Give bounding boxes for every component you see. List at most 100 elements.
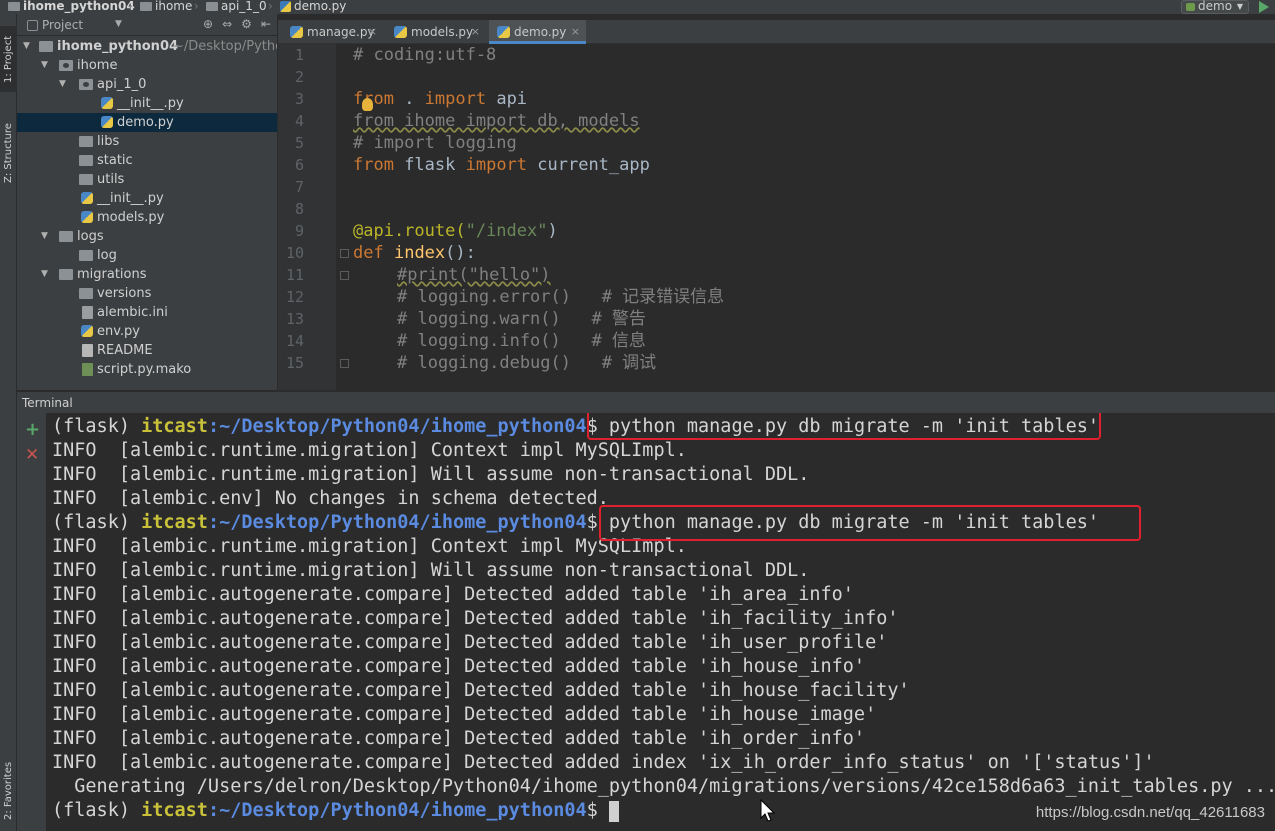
run-configuration-select[interactable]: demo ▼ bbox=[1181, 0, 1249, 14]
tree-item-file[interactable]: __init__.py bbox=[17, 94, 277, 113]
fold-icon[interactable] bbox=[340, 249, 349, 258]
chevron-down-icon[interactable]: ▼ bbox=[23, 37, 30, 56]
chevron-down-icon[interactable]: ▼ bbox=[59, 75, 66, 94]
folder-icon bbox=[59, 231, 73, 242]
tab-manage-py[interactable]: manage.py × bbox=[282, 20, 383, 44]
terminal-output[interactable]: (flask) itcast:~/Desktop/Python04/ihome_… bbox=[46, 413, 1275, 831]
tree-item-file[interactable]: env.py bbox=[17, 322, 277, 341]
breadcrumb-item-file[interactable]: demo.py bbox=[280, 0, 346, 12]
terminal-output-line: INFO [alembic.autogenerate.compare] Dete… bbox=[52, 608, 899, 629]
tab-structure[interactable]: Z: Structure bbox=[0, 112, 17, 194]
tree-item-folder[interactable]: log bbox=[17, 246, 277, 265]
target-icon[interactable]: ⊕ bbox=[203, 17, 213, 31]
code-editor[interactable]: 1 2 3 4 5 6 7 8 9 10 11 12 13 14 15 # co… bbox=[278, 44, 1275, 390]
project-panel-header: Project ▼ ⊕ ⇔ ⚙ ⇤ bbox=[17, 14, 277, 36]
fold-icon[interactable] bbox=[340, 359, 349, 368]
line-number: 8 bbox=[294, 200, 304, 218]
terminal-output-line: INFO [alembic.autogenerate.compare] Dete… bbox=[52, 656, 866, 677]
watermark: https://blog.csdn.net/qq_42611683 bbox=[1035, 804, 1265, 821]
line-number: 9 bbox=[294, 222, 304, 240]
terminal-output-line: INFO [alembic.autogenerate.compare] Dete… bbox=[52, 728, 866, 749]
code-line: # logging.debug() # 调试 bbox=[397, 353, 657, 373]
tree-item-file[interactable]: README bbox=[17, 341, 277, 360]
close-icon[interactable]: × bbox=[368, 20, 377, 44]
terminal-prompt-line: (flask) itcast:~/Desktop/Python04/ihome_… bbox=[52, 799, 619, 823]
project-panel: Project ▼ ⊕ ⇔ ⚙ ⇤ ▼ ihome_python04 ~/Deskt… bbox=[17, 14, 277, 390]
tree-item-root[interactable]: ▼ ihome_python04 ~/Desktop/Pytho bbox=[17, 37, 277, 56]
editor-tabs: manage.py × models.py × demo.py × bbox=[278, 20, 1275, 44]
close-icon[interactable]: ✕ bbox=[25, 445, 39, 465]
terminal-toolbar: + ✕ bbox=[17, 413, 46, 831]
line-number: 4 bbox=[294, 112, 304, 130]
terminal-header: Terminal bbox=[17, 391, 1275, 413]
line-number: 10 bbox=[285, 244, 304, 262]
code-line: from flask import current_app bbox=[353, 155, 650, 175]
ini-file-icon bbox=[82, 306, 93, 319]
close-icon[interactable]: × bbox=[571, 20, 580, 44]
tree-item-logs[interactable]: ▼ logs bbox=[17, 227, 277, 246]
tree-item-folder[interactable]: versions bbox=[17, 284, 277, 303]
code-line: def index(): bbox=[353, 243, 476, 263]
tree-item-file[interactable]: alembic.ini bbox=[17, 303, 277, 322]
terminal-output-line: INFO [alembic.autogenerate.compare] Dete… bbox=[52, 632, 888, 653]
tree-item-file[interactable]: script.py.mako bbox=[17, 360, 277, 379]
python-file-icon bbox=[81, 211, 93, 223]
tab-favorites[interactable]: 2: Favorites bbox=[0, 754, 17, 828]
tree-item-folder[interactable]: utils bbox=[17, 170, 277, 189]
chevron-down-icon[interactable]: ▼ bbox=[41, 227, 48, 246]
tree-item-file-selected[interactable]: demo.py bbox=[17, 113, 277, 132]
breadcrumb-item-ihome[interactable]: ihome bbox=[140, 0, 192, 12]
text-file-icon bbox=[82, 344, 93, 357]
tree-item-migrations[interactable]: ▼ migrations bbox=[17, 265, 277, 284]
line-number: 7 bbox=[294, 178, 304, 196]
tree-item-folder[interactable]: static bbox=[17, 151, 277, 170]
package-icon bbox=[59, 60, 73, 71]
terminal-output-line: INFO [alembic.runtime.migration] Will as… bbox=[52, 560, 810, 581]
tree-item-api[interactable]: ▼ api_1_0 bbox=[17, 75, 277, 94]
fold-icon[interactable] bbox=[340, 271, 349, 280]
terminal-output-line: INFO [alembic.env] No changes in schema … bbox=[52, 488, 609, 509]
folder-icon bbox=[79, 288, 93, 299]
package-icon bbox=[79, 79, 93, 90]
tab-demo-py[interactable]: demo.py × bbox=[489, 20, 586, 44]
project-view-select[interactable]: Project bbox=[27, 18, 83, 32]
terminal-output-line: INFO [alembic.autogenerate.compare] Dete… bbox=[52, 584, 854, 605]
tab-models-py[interactable]: models.py × bbox=[386, 20, 486, 44]
tab-project[interactable]: 1: Project bbox=[0, 26, 17, 92]
line-number: 5 bbox=[294, 134, 304, 152]
folder-icon bbox=[79, 136, 93, 147]
terminal-output-line: INFO [alembic.autogenerate.compare] Dete… bbox=[52, 704, 877, 725]
chevron-down-icon[interactable]: ▼ bbox=[41, 265, 48, 284]
tree-item-ihome[interactable]: ▼ ihome bbox=[17, 56, 277, 75]
folder-icon bbox=[206, 1, 218, 11]
collapse-icon[interactable]: ⇔ bbox=[222, 17, 232, 31]
terminal-output-line: INFO [alembic.runtime.migration] Context… bbox=[52, 440, 687, 461]
hide-icon[interactable]: ⇤ bbox=[261, 17, 271, 31]
line-number: 2 bbox=[294, 68, 304, 86]
close-icon[interactable]: × bbox=[471, 20, 480, 44]
chevron-down-icon[interactable]: ▼ bbox=[41, 56, 48, 75]
folder-icon bbox=[79, 250, 93, 261]
breadcrumb-item-project[interactable]: ihome_python04 bbox=[8, 0, 135, 12]
chevron-down-icon[interactable]: ▼ bbox=[115, 19, 122, 29]
add-icon[interactable]: + bbox=[25, 419, 40, 440]
python-file-icon bbox=[101, 116, 113, 128]
line-number: 6 bbox=[294, 156, 304, 174]
python-file-icon bbox=[280, 0, 291, 12]
folder-icon bbox=[59, 269, 73, 280]
line-number: 11 bbox=[285, 266, 304, 284]
breadcrumb-item-api[interactable]: api_1_0 bbox=[206, 0, 267, 12]
tree-item-file[interactable]: __init__.py bbox=[17, 189, 277, 208]
tree-item-file[interactable]: models.py bbox=[17, 208, 277, 227]
python-file-icon bbox=[101, 97, 113, 109]
line-number: 15 bbox=[285, 354, 304, 372]
code-line: @api.route("/index") bbox=[353, 221, 558, 241]
breadcrumb-separator: › bbox=[128, 0, 133, 13]
breadcrumb-separator: › bbox=[194, 0, 199, 13]
editor-gutter: 1 2 3 4 5 6 7 8 9 10 11 12 13 14 15 bbox=[278, 44, 336, 390]
terminal-output-line: INFO [alembic.runtime.migration] Context… bbox=[52, 536, 687, 557]
terminal-output-line: INFO [alembic.autogenerate.compare] Dete… bbox=[52, 680, 910, 701]
tree-item-folder[interactable]: libs bbox=[17, 132, 277, 151]
run-icon[interactable] bbox=[1259, 1, 1269, 13]
gear-icon[interactable]: ⚙ bbox=[241, 17, 252, 31]
